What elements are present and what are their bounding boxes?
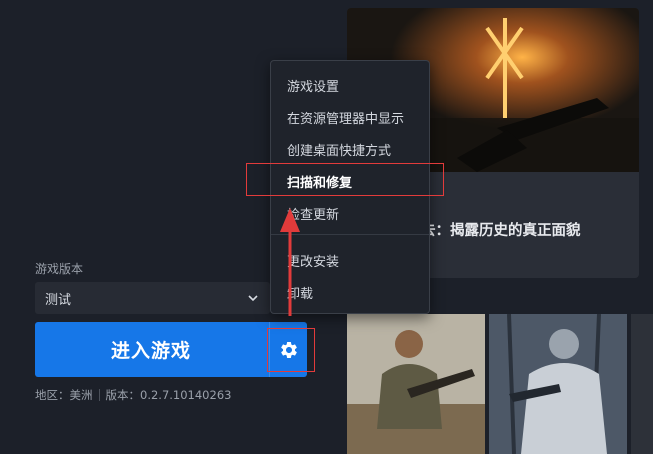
news-thumbnail[interactable]	[631, 314, 653, 454]
game-version-label: 游戏版本	[35, 262, 84, 276]
scan-repair-highlight	[246, 163, 444, 196]
menu-item-game-settings[interactable]: 游戏设置	[287, 76, 339, 95]
region-text: 地区：美洲	[35, 388, 93, 402]
menu-item-create-shortcut[interactable]: 创建桌面快捷方式	[287, 140, 391, 159]
news-thumbnail[interactable]	[347, 314, 485, 454]
game-version-select[interactable]: 测试	[35, 282, 270, 314]
gear-highlight	[267, 328, 315, 372]
banner-title: 去：揭露历史的真正面貌	[421, 223, 581, 239]
menu-item-show-in-explorer[interactable]: 在资源管理器中显示	[287, 108, 404, 127]
thumbnail-image	[631, 314, 653, 454]
chevron-down-icon	[248, 295, 258, 302]
game-info-line: 地区：美洲 版本：0.2.7.10140263	[35, 387, 231, 403]
version-text: 版本：0.2.7.10140263	[105, 388, 232, 402]
game-version-value: 测试	[45, 292, 72, 308]
play-game-button[interactable]: 进入游戏	[35, 322, 267, 377]
info-divider	[98, 389, 100, 401]
thumbnail-image	[489, 314, 627, 454]
news-thumbnail[interactable]	[489, 314, 627, 454]
thumbnail-image	[347, 314, 485, 454]
annotation-arrow	[280, 208, 300, 316]
